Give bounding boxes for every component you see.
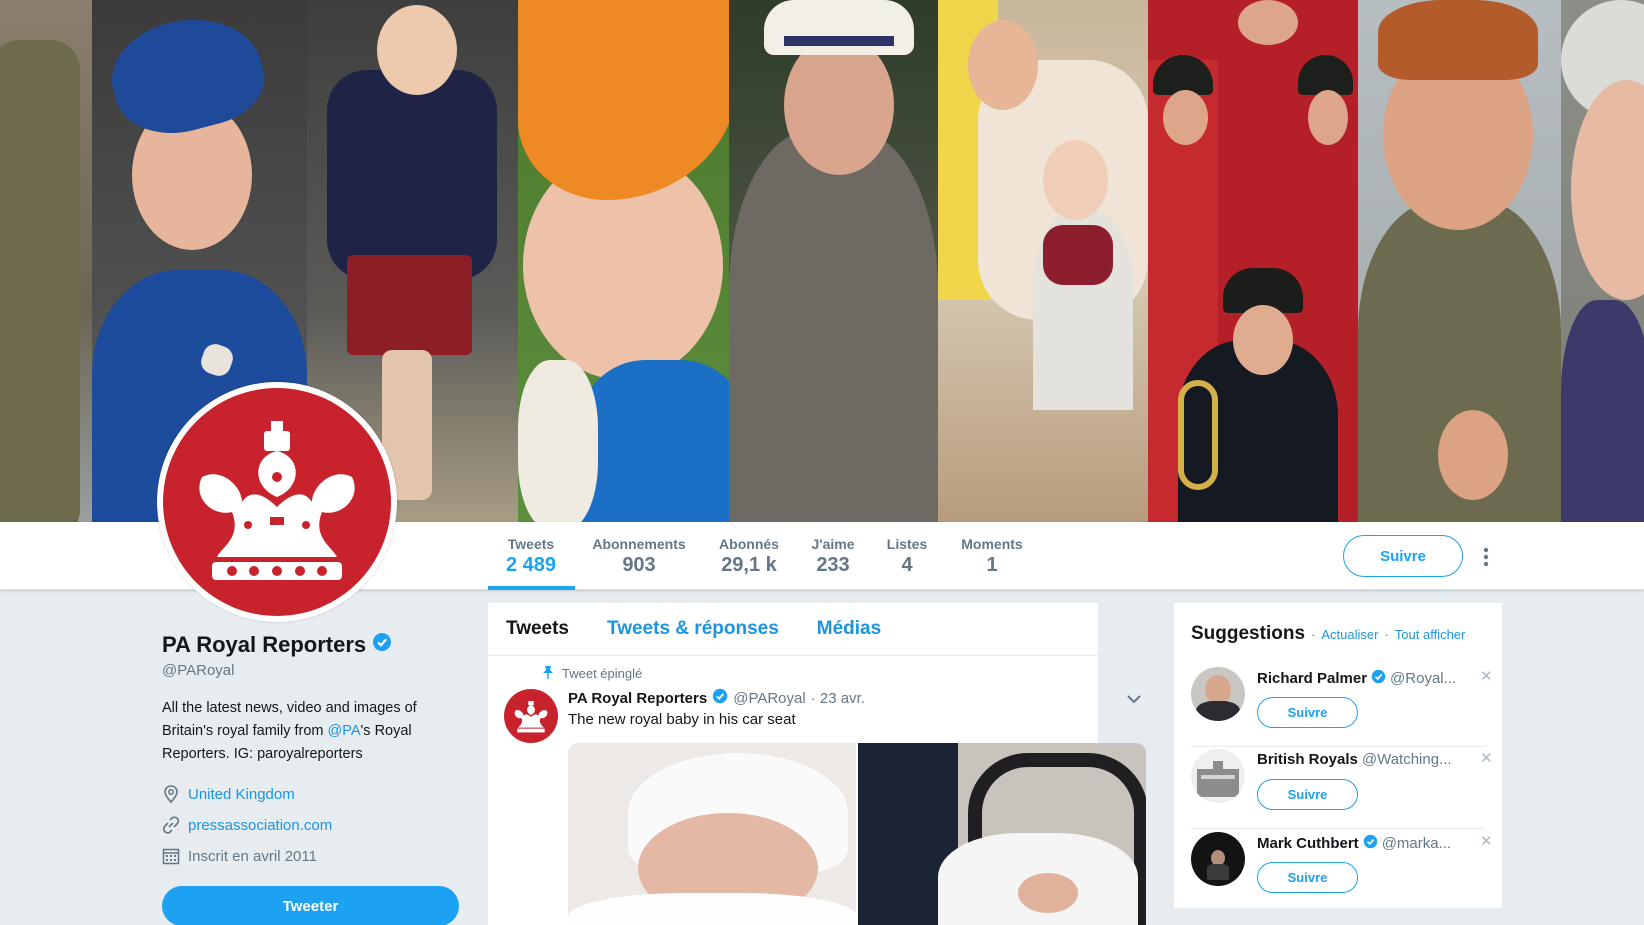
- joined-text: Inscrit en avril 2011: [188, 847, 317, 865]
- active-stat-indicator: [488, 586, 575, 590]
- stat-lists[interactable]: Listes 4: [882, 536, 932, 577]
- stat-lists-value: 4: [901, 554, 913, 576]
- tab-media[interactable]: Médias: [817, 618, 881, 640]
- suggestion-name[interactable]: British Royals: [1257, 751, 1358, 768]
- stat-following-label: Abonnements: [592, 536, 686, 552]
- profile-bio: All the latest news, video and images of…: [162, 697, 462, 766]
- banner-photo-duke: [729, 0, 938, 522]
- suggestion-name-row: British Royals @Watching...: [1257, 751, 1452, 768]
- tweet-photo-baby[interactable]: [568, 743, 856, 925]
- profile-joined: Inscrit en avril 2011: [162, 846, 462, 866]
- profile-website: pressassociation.com: [162, 815, 462, 835]
- stat-likes-value: 233: [816, 554, 850, 576]
- location-pin-icon: [162, 785, 180, 803]
- pinned-label: Tweet épinglé: [542, 665, 642, 682]
- suggestions-panel: Suggestions · Actualiser · Tout afficher…: [1174, 603, 1502, 908]
- refresh-link[interactable]: Actualiser: [1321, 627, 1378, 642]
- suggestion-handle[interactable]: @Royal...: [1390, 670, 1456, 687]
- calendar-icon: [162, 847, 180, 865]
- verified-badge-icon: [1371, 669, 1386, 688]
- timeline-tabs: Tweets Tweets & réponses Médias: [488, 603, 1098, 656]
- pinned-text: Tweet épinglé: [562, 666, 643, 681]
- suggestion-item: Richard Palmer @Royal... ✕ Suivre: [1191, 663, 1493, 743]
- close-icon[interactable]: ✕: [1480, 832, 1493, 850]
- suggestion-handle[interactable]: @marka...: [1382, 835, 1451, 852]
- pin-icon: [542, 665, 554, 682]
- chevron-down-icon[interactable]: [1127, 691, 1141, 709]
- banner-photo-soldier: [0, 0, 92, 522]
- banner-photo-mother-daughter: [938, 0, 1148, 522]
- separator: ·: [1311, 627, 1316, 642]
- verified-badge-icon: [1363, 834, 1378, 853]
- stat-lists-label: Listes: [886, 536, 928, 552]
- stat-tweets-value: 2 489: [505, 554, 557, 576]
- suggestions-title: Suggestions: [1191, 623, 1306, 644]
- separator: ·: [1384, 627, 1389, 642]
- tweet-author-name[interactable]: PA Royal Reporters: [568, 690, 707, 707]
- avatar[interactable]: [1191, 667, 1245, 721]
- profile-name-row: PA Royal Reporters: [162, 632, 462, 658]
- location-text[interactable]: United Kingdom: [188, 786, 295, 803]
- profile-location: United Kingdom: [162, 784, 462, 804]
- avatar[interactable]: [1191, 749, 1245, 803]
- suggestion-follow-button[interactable]: Suivre: [1257, 697, 1358, 728]
- follow-button[interactable]: Suivre: [1343, 535, 1463, 577]
- tweet-compose-button[interactable]: Tweeter: [162, 886, 459, 925]
- avatar[interactable]: [1191, 832, 1245, 886]
- stat-likes-label: J'aime: [811, 536, 855, 552]
- stat-followers-label: Abonnés: [719, 536, 779, 552]
- verified-badge-icon: [372, 632, 392, 658]
- stat-moments-label: Moments: [961, 536, 1023, 552]
- suggestion-item: British Royals @Watching... ✕ Suivre: [1191, 745, 1493, 825]
- close-icon[interactable]: ✕: [1480, 667, 1493, 685]
- view-all-link[interactable]: Tout afficher: [1395, 627, 1466, 642]
- suggestion-follow-button[interactable]: Suivre: [1257, 779, 1358, 810]
- tweet-date[interactable]: · 23 avr.: [811, 690, 865, 707]
- crown-logo-icon: [163, 388, 391, 616]
- profile-avatar[interactable]: [157, 382, 397, 622]
- website-link[interactable]: pressassociation.com: [188, 817, 332, 834]
- suggestion-handle[interactable]: @Watching...: [1362, 751, 1452, 768]
- banner-photo-guards: [1148, 0, 1358, 522]
- suggestion-name[interactable]: Richard Palmer: [1257, 670, 1367, 687]
- tweet-author-handle[interactable]: @PARoyal: [733, 690, 805, 707]
- stat-followers[interactable]: Abonnés 29,1 k: [715, 536, 783, 577]
- timeline: Tweets Tweets & réponses Médias Tweet ép…: [488, 603, 1146, 925]
- suggestion-name[interactable]: Mark Cuthbert: [1257, 835, 1359, 852]
- suggestion-name-row: Mark Cuthbert @marka...: [1257, 834, 1451, 853]
- tweet-photo-car-seat[interactable]: [858, 743, 1146, 925]
- tab-tweets-replies[interactable]: Tweets & réponses: [607, 618, 779, 640]
- close-icon[interactable]: ✕: [1480, 749, 1493, 767]
- suggestion-follow-button[interactable]: Suivre: [1257, 862, 1358, 893]
- bio-mention-link[interactable]: @PA: [328, 723, 361, 739]
- banner-photo-duchess: [1561, 0, 1644, 522]
- verified-badge-icon: [712, 688, 728, 708]
- tab-tweets[interactable]: Tweets: [506, 618, 569, 640]
- stat-moments[interactable]: Moments 1: [958, 536, 1026, 577]
- stat-tweets[interactable]: Tweets 2 489: [500, 536, 562, 577]
- profile-handle: @PARoyal: [162, 662, 235, 679]
- stat-likes[interactable]: J'aime 233: [808, 536, 858, 577]
- stat-followers-value: 29,1 k: [721, 554, 777, 576]
- link-icon: [162, 816, 180, 834]
- more-vertical-icon[interactable]: [1481, 546, 1491, 568]
- banner-photo-queen: [518, 0, 729, 522]
- tweet-header: PA Royal Reporters @PARoyal · 23 avr.: [568, 688, 865, 708]
- tweet-author-avatar[interactable]: [504, 689, 558, 743]
- stat-tweets-label: Tweets: [507, 536, 555, 552]
- suggestion-name-row: Richard Palmer @Royal...: [1257, 669, 1456, 688]
- tweet-text: The new royal baby in his car seat: [568, 711, 796, 728]
- stat-following-value: 903: [622, 554, 656, 576]
- profile-info: PA Royal Reporters @PARoyal All the late…: [162, 632, 462, 866]
- profile-name: PA Royal Reporters: [162, 632, 367, 657]
- suggestion-item: Mark Cuthbert @marka... ✕ Suivre: [1191, 828, 1493, 908]
- banner-photo-prince-harry: [1358, 0, 1561, 522]
- tweet-media[interactable]: [568, 743, 1146, 925]
- stat-moments-value: 1: [986, 554, 998, 576]
- stat-following[interactable]: Abonnements 903: [589, 536, 689, 577]
- suggestions-header: Suggestions · Actualiser · Tout afficher: [1191, 623, 1465, 645]
